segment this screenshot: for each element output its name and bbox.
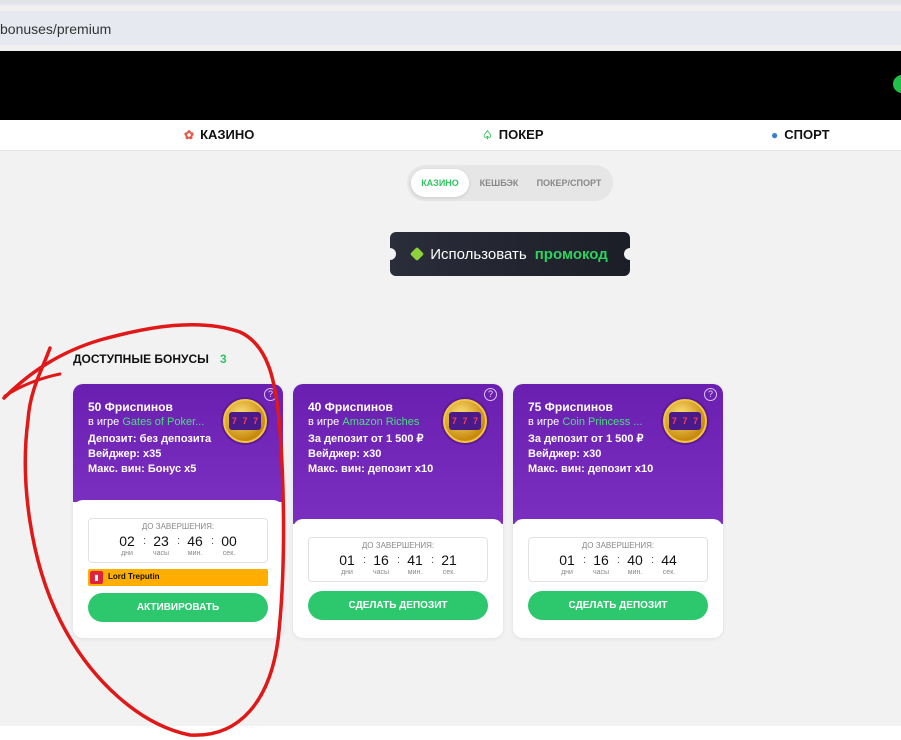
- card-wager: Вейджер: x35: [88, 448, 162, 460]
- address-bar[interactable]: bonuses/premium: [0, 11, 901, 45]
- timer-minutes: 41: [407, 552, 423, 568]
- card-body: ДО ЗАВЕРШЕНИЯ: 01 дни : 16 часы : 41 мин. :…: [293, 519, 503, 634]
- card-header: ? 777 40 Фриспинов в игре Amazon Riches …: [293, 384, 503, 524]
- use-promocode-button[interactable]: Использовать промокод: [384, 232, 636, 276]
- help-icon[interactable]: ?: [264, 388, 277, 401]
- card-maxwin: Макс. вин: Бонус x5: [88, 463, 197, 475]
- nav-item-poker[interactable]: ♤ ПОКЕР: [482, 127, 544, 142]
- card-wager: Вейджер: x30: [528, 448, 602, 460]
- timer-hours: 16: [373, 552, 389, 568]
- slot-icon: 777: [443, 399, 487, 443]
- timer-seconds: 44: [661, 552, 677, 568]
- game-link[interactable]: Amazon Riches: [342, 416, 419, 428]
- address-url: bonuses/premium: [0, 21, 112, 37]
- card-body: ДО ЗАВЕРШЕНИЯ: 01 дни : 16 часы : 40 мин. :…: [513, 519, 723, 634]
- activate-button[interactable]: АКТИВИРОВАТЬ: [88, 593, 268, 622]
- timer-hours: 23: [153, 533, 169, 549]
- slot-icon: 777: [223, 399, 267, 443]
- timer-seconds: 00: [221, 533, 237, 549]
- card-header: ? 777 50 Фриспинов в игре Gates of Poker…: [73, 384, 283, 502]
- promo-highlight: промокод: [534, 245, 608, 263]
- nav-item-sport[interactable]: ● СПОРТ: [771, 127, 830, 142]
- tab-casino[interactable]: КАЗИНО: [411, 169, 469, 197]
- gift-icon: ▮: [90, 571, 103, 584]
- bonus-tabs: КАЗИНО КЕШБЭК ПОКЕР/СПОРТ: [407, 165, 613, 201]
- make-deposit-button[interactable]: СДЕЛАТЬ ДЕПОЗИТ: [528, 591, 708, 620]
- timer-days: 01: [339, 552, 355, 568]
- badge-label: Lord Treputin: [108, 572, 160, 581]
- timer-label: ДО ЗАВЕРШЕНИЯ:: [581, 541, 655, 550]
- card-wager: Вейджер: x30: [308, 448, 382, 460]
- help-icon[interactable]: ?: [484, 388, 497, 401]
- timer-label: ДО ЗАВЕРШЕНИЯ:: [361, 541, 435, 550]
- bonus-card: ? 777 50 Фриспинов в игре Gates of Poker…: [73, 384, 283, 638]
- timer-label: ДО ЗАВЕРШЕНИЯ:: [141, 522, 215, 531]
- slot-icon: 777: [663, 399, 707, 443]
- card-body: ДО ЗАВЕРШЕНИЯ: 02 дни : 23 часы : 46 мин. :…: [73, 500, 283, 636]
- nav-label: СПОРТ: [784, 127, 830, 142]
- help-icon[interactable]: ?: [704, 388, 717, 401]
- timer-seconds: 21: [441, 552, 457, 568]
- countdown-timer: ДО ЗАВЕРШЕНИЯ: 01 дни : 16 часы : 41 мин. :…: [308, 537, 488, 582]
- countdown-timer: ДО ЗАВЕРШЕНИЯ: 01 дни : 16 часы : 40 мин. :…: [528, 537, 708, 582]
- casino-icon: ✿: [184, 127, 195, 142]
- poker-icon: ♤: [482, 127, 493, 142]
- provider-badge: ▮ Lord Treputin: [88, 569, 268, 586]
- card-maxwin: Макс. вин: депозит x10: [308, 463, 434, 475]
- bonus-card: ? 777 75 Фриспинов в игре Coin Princess …: [513, 384, 723, 638]
- tab-poker-sport[interactable]: ПОКЕР/СПОРТ: [529, 169, 609, 197]
- make-deposit-button[interactable]: СДЕЛАТЬ ДЕПОЗИТ: [308, 591, 488, 620]
- main-nav: ✿ КАЗИНО ♤ ПОКЕР ● СПОРТ: [0, 120, 901, 151]
- tab-cashback[interactable]: КЕШБЭК: [471, 169, 527, 197]
- game-link[interactable]: Gates of Poker...: [122, 416, 204, 428]
- nav-label: КАЗИНО: [200, 127, 255, 142]
- game-link[interactable]: Coin Princess ...: [562, 416, 642, 428]
- timer-hours: 16: [593, 552, 609, 568]
- page-bottom: [0, 726, 901, 740]
- nav-label: ПОКЕР: [498, 127, 544, 142]
- tag-icon: [410, 246, 425, 262]
- section-count: 3: [220, 352, 227, 366]
- card-maxwin: Макс. вин: депозит x10: [528, 463, 654, 475]
- browser-top-strip: [0, 0, 901, 6]
- timer-days: 02: [119, 533, 135, 549]
- bonus-card: ? 777 40 Фриспинов в игре Amazon Riches …: [293, 384, 503, 638]
- timer-days: 01: [559, 552, 575, 568]
- sport-icon: ●: [771, 127, 779, 142]
- card-header: ? 777 75 Фриспинов в игре Coin Princess …: [513, 384, 723, 524]
- promo-label: Использовать: [430, 245, 527, 263]
- timer-minutes: 40: [627, 552, 643, 568]
- timer-minutes: 46: [187, 533, 203, 549]
- section-title: ДОСТУПНЫЕ БОНУСЫ: [73, 352, 209, 366]
- countdown-timer: ДО ЗАВЕРШЕНИЯ: 02 дни : 23 часы : 46 мин. :…: [88, 518, 268, 563]
- site-header: [0, 51, 901, 120]
- nav-item-casino[interactable]: ✿ КАЗИНО: [184, 127, 254, 142]
